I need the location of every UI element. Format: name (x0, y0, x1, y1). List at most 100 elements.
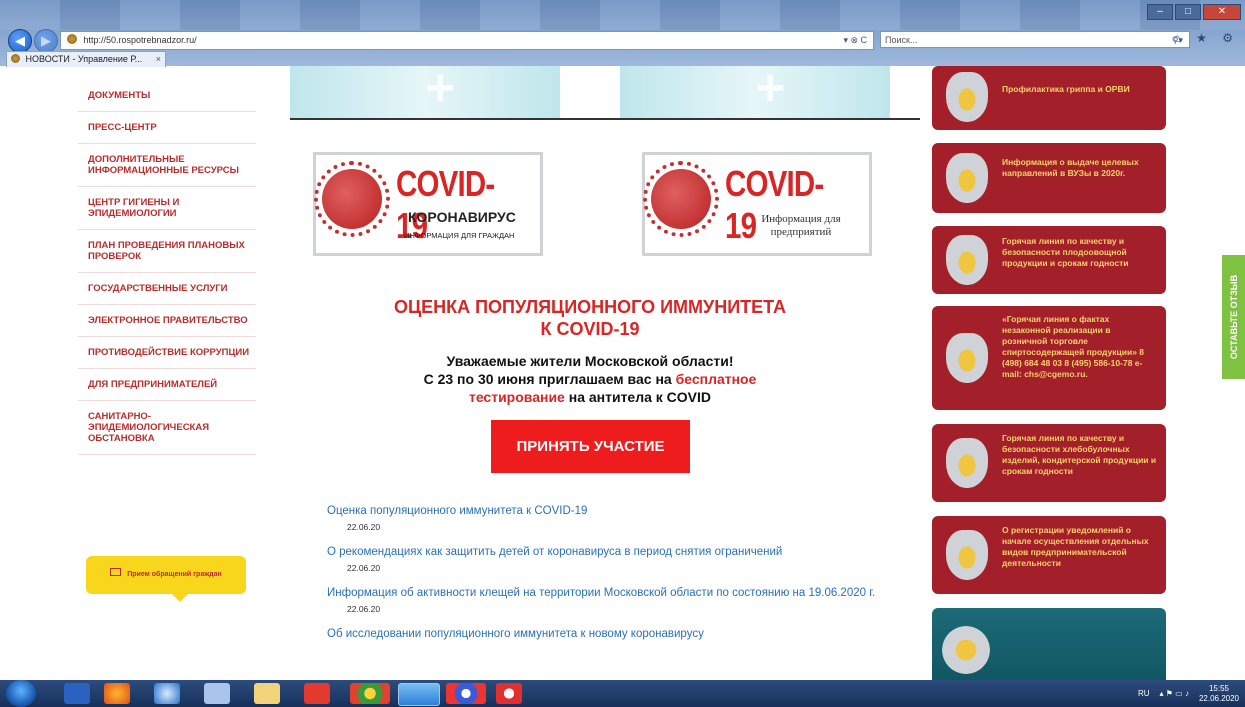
nav-item[interactable]: ДОКУМЕНТЫ (78, 80, 256, 112)
news-date: 22.06.20 (347, 604, 381, 614)
covid-business-banner[interactable]: COVID-19 Информация для предприятий (642, 152, 872, 256)
info-card-text: Горячая линия по качеству и безопасности… (1002, 236, 1129, 268)
covid-banner-caption: Информация для предприятий (761, 213, 841, 238)
promo-text-highlight: бесплатное (675, 371, 757, 387)
left-navigation: ДОКУМЕНТЫ ПРЕСС-ЦЕНТР ДОПОЛНИТЕЛЬНЫЕ ИНФ… (78, 80, 256, 455)
yandex-icon[interactable] (304, 683, 330, 704)
emblem-icon (942, 235, 992, 285)
news-item: Оценка популяционного иммунитета к COVID… (327, 503, 897, 532)
system-tray: RU ▴ ⚑ ▭ ♪ 15:55 22.06.2020 (1138, 680, 1239, 707)
info-card-text: «Горячая линия о фактах незаконной реали… (1002, 314, 1145, 379)
browser-tab[interactable]: НОВОСТИ - Управление Р... × (6, 51, 166, 67)
browser-chrome: – □ ✕ ◀ ▶ http://50.rospotrebnadzor.ru/ … (0, 0, 1245, 67)
virus-icon (643, 161, 719, 237)
covid-banner-caption: ИНФОРМАЦИЯ ДЛЯ ГРАЖДАН (404, 231, 515, 240)
tab-title: НОВОСТИ - Управление Р... (25, 54, 143, 64)
clock[interactable]: 15:55 22.06.2020 (1199, 680, 1239, 707)
promo-text-line3: тестирование на антитела к COVID (300, 388, 880, 406)
folder-icon[interactable] (254, 683, 280, 704)
news-date: 22.06.20 (347, 563, 381, 573)
chrome-icon[interactable] (350, 683, 390, 704)
info-card-text: О регистрации уведомлений о начале осуще… (1002, 525, 1149, 568)
citizen-appeal-label: Прием обращений граждан (127, 571, 222, 578)
feedback-tab-label: ОСТАВЬТЕ ОТЗЫВ (1228, 274, 1239, 360)
emblem-icon (942, 72, 992, 122)
search-input[interactable]: Поиск... ⚲▾ (880, 31, 1190, 48)
covid-banner-subtitle: КОРОНАВИРУС (408, 209, 516, 225)
nav-item[interactable]: ДОПОЛНИТЕЛЬНЫЕ ИНФОРМАЦИОННЫЕ РЕСУРСЫ (78, 144, 256, 187)
tab-close-icon[interactable]: × (156, 52, 161, 67)
emblem-icon (942, 438, 992, 488)
emblem-icon (942, 626, 990, 674)
news-item: Об исследовании популяционного иммунитет… (327, 626, 897, 643)
info-card[interactable]: О регистрации уведомлений о начале осуще… (932, 516, 1166, 594)
nav-item[interactable]: ПРОТИВОДЕЙСТВИЕ КОРРУПЦИИ (78, 337, 256, 369)
tab-favicon-icon (11, 54, 20, 63)
tray-icons[interactable]: ▴ ⚑ ▭ ♪ (1160, 680, 1189, 707)
promo-heading-line2: К COVID-19 (540, 319, 640, 339)
back-button[interactable]: ◀ (8, 29, 32, 53)
nav-item[interactable]: ЭЛЕКТРОННОЕ ПРАВИТЕЛЬСТВО (78, 305, 256, 337)
emblem-icon (942, 153, 992, 203)
site-favicon-icon (67, 34, 77, 44)
top-banner-right[interactable] (620, 66, 890, 118)
mail-icon (110, 568, 122, 576)
news-link[interactable]: Оценка популяционного иммунитета к COVID… (327, 503, 897, 520)
promo-text-highlight: тестирование (468, 389, 565, 405)
clock-time: 15:55 (1208, 684, 1229, 693)
teal-banner[interactable] (932, 608, 1166, 680)
citizen-appeal-button[interactable]: Прием обращений граждан (86, 556, 246, 602)
news-link[interactable]: О рекомендациях как защитить детей от ко… (327, 544, 897, 561)
browser-toolbar-icons[interactable]: ⌂ ★ ⚙ (1174, 31, 1239, 45)
nav-item[interactable]: ПЛАН ПРОВЕДЕНИЯ ПЛАНОВЫХ ПРОВЕРОК (78, 230, 256, 273)
start-button[interactable] (6, 680, 36, 707)
info-card[interactable]: «Горячая линия о фактах незаконной реали… (932, 306, 1166, 410)
nav-item[interactable]: ПРЕСС-ЦЕНТР (78, 112, 256, 144)
maximize-button[interactable]: □ (1175, 4, 1201, 20)
participate-button[interactable]: ПРИНЯТЬ УЧАСТИЕ (491, 420, 690, 473)
yandex-browser-icon[interactable] (496, 683, 522, 704)
covid-citizens-banner[interactable]: COVID-19 КОРОНАВИРУС ИНФОРМАЦИЯ ДЛЯ ГРАЖ… (313, 152, 543, 256)
promo-text-segment: С 23 по 30 июня приглашаем вас на (423, 371, 672, 387)
window-icon[interactable] (204, 683, 230, 704)
info-card-text: Горячая линия по качеству и безопасности… (1002, 433, 1157, 476)
address-bar[interactable]: http://50.rospotrebnadzor.ru/ ▾ ⊗ C (60, 31, 874, 50)
nav-item[interactable]: ГОСУДАРСТВЕННЫЕ УСЛУГИ (78, 273, 256, 305)
top-banner-left[interactable] (290, 66, 560, 118)
nav-item[interactable]: ДЛЯ ПРЕДПРИНИМАТЕЛЕЙ (78, 369, 256, 401)
news-item: Информация об активности клещей на терри… (327, 585, 897, 614)
forward-button[interactable]: ▶ (34, 29, 58, 53)
url-text: http://50.rospotrebnadzor.ru/ (83, 35, 197, 45)
windows-taskbar: RU ▴ ⚑ ▭ ♪ 15:55 22.06.2020 (0, 680, 1245, 707)
promo-heading: ОЦЕНКА ПОПУЛЯЦИОННОГО ИММУНИТЕТА К COVID… (300, 296, 880, 340)
info-card[interactable]: Профилактика гриппа и ОРВИ (932, 66, 1166, 130)
messenger-icon[interactable] (154, 683, 180, 704)
nav-item[interactable]: ЦЕНТР ГИГИЕНЫ И ЭПИДЕМИОЛОГИИ (78, 187, 256, 230)
promo-text: Уважаемые жители Московской области! С 2… (300, 352, 880, 406)
info-card[interactable]: Горячая линия по качеству и безопасности… (932, 226, 1166, 294)
promo-text-line1: Уважаемые жители Московской области! (446, 353, 734, 369)
news-list: Оценка популяционного иммунитета к COVID… (327, 503, 897, 655)
media-player-icon[interactable] (64, 683, 90, 704)
virus-icon (314, 161, 390, 237)
address-controls[interactable]: ▾ ⊗ C (843, 32, 867, 49)
app-icon[interactable] (446, 683, 486, 704)
emblem-icon (942, 333, 992, 383)
close-window-button[interactable]: ✕ (1203, 4, 1241, 20)
divider (290, 118, 920, 120)
nav-item[interactable]: САНИТАРНО-ЭПИДЕМИОЛОГИЧЕСКАЯ ОБСТАНОВКА (78, 401, 256, 455)
firefox-icon[interactable] (104, 683, 130, 704)
news-link[interactable]: Информация об активности клещей на терри… (327, 585, 897, 602)
feedback-tab[interactable]: ОСТАВЬТЕ ОТЗЫВ (1222, 255, 1245, 379)
promo-text-segment: на антитела к COVID (568, 389, 712, 405)
internet-explorer-icon[interactable] (398, 683, 440, 706)
promo-heading-line1: ОЦЕНКА ПОПУЛЯЦИОННОГО ИММУНИТЕТА (393, 297, 787, 317)
language-indicator[interactable]: RU (1138, 680, 1150, 707)
news-link[interactable]: Об исследовании популяционного иммунитет… (327, 626, 897, 643)
info-card[interactable]: Горячая линия по качеству и безопасности… (932, 424, 1166, 502)
window-controls: – □ ✕ (1147, 4, 1241, 20)
news-date: 22.06.20 (347, 522, 381, 532)
minimize-button[interactable]: – (1147, 4, 1173, 20)
search-placeholder: Поиск... (885, 35, 918, 45)
info-card[interactable]: Информация о выдаче целевых направлений … (932, 143, 1166, 213)
